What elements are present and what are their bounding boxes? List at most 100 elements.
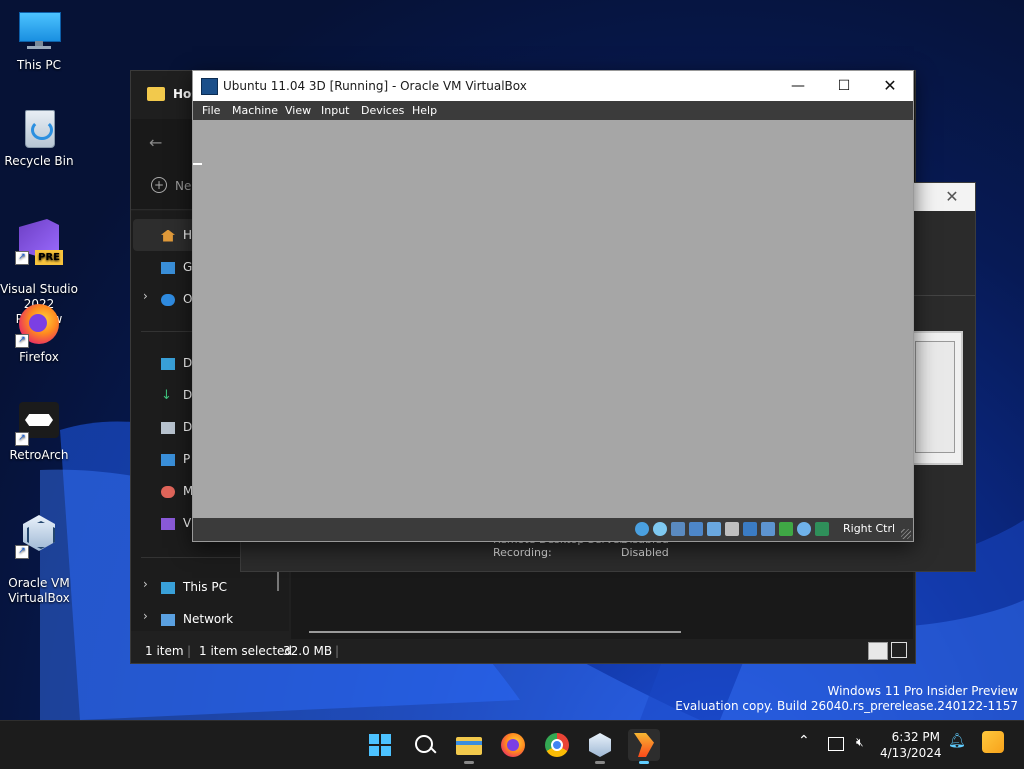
resize-grip[interactable] xyxy=(901,529,911,539)
sidebar-item-downloads[interactable]: ↓ D xyxy=(161,385,192,405)
home-icon xyxy=(161,229,175,242)
search-icon[interactable] xyxy=(409,729,441,761)
network-adapter-icon[interactable] xyxy=(689,522,703,536)
desktop-icon-label: RetroArch xyxy=(9,448,69,462)
sidebar-item-documents[interactable]: D xyxy=(161,417,192,437)
large-icons-view-icon[interactable] xyxy=(891,642,907,658)
chevron-right-icon[interactable]: › xyxy=(143,577,148,591)
firefox-icon[interactable] xyxy=(497,729,529,761)
virtualbox-logo-icon xyxy=(201,78,218,95)
cpu-icon[interactable] xyxy=(779,522,793,536)
horizontal-scrollbar[interactable] xyxy=(309,631,681,633)
menu-input[interactable]: Input xyxy=(321,103,349,118)
desktop-icon-label: Firefox xyxy=(19,350,59,364)
new-button[interactable]: Ne xyxy=(175,179,191,193)
active-indicator xyxy=(639,761,649,764)
chevron-up-icon[interactable]: ⌃ xyxy=(798,733,810,749)
chevron-right-icon[interactable]: › xyxy=(143,289,148,303)
recycle-bin-icon xyxy=(17,106,61,150)
display-tray-icon[interactable] xyxy=(828,737,844,751)
menu-help[interactable]: Help xyxy=(412,103,437,118)
sidebar-item-desktop[interactable]: D xyxy=(161,353,192,373)
virtualbox-icon[interactable] xyxy=(584,729,616,764)
cloud-icon xyxy=(161,293,175,306)
video-icon xyxy=(161,517,175,530)
status-separator: | xyxy=(335,644,340,658)
usb-icon[interactable] xyxy=(707,522,721,536)
network-icon xyxy=(161,613,175,626)
selection-count: 1 item selected xyxy=(199,644,293,658)
monitor-icon xyxy=(17,10,61,54)
file-explorer-icon[interactable] xyxy=(453,729,485,764)
shortcut-arrow-icon: ↗ xyxy=(15,545,29,559)
sidebar-item-music[interactable]: M xyxy=(161,481,193,501)
desktop-icon-recycle-bin[interactable]: Recycle Bin xyxy=(0,106,78,169)
visual-studio-icon: PRE ↗ xyxy=(15,219,63,265)
virtualbox-vm-icon[interactable] xyxy=(628,729,660,764)
recording-icon[interactable] xyxy=(761,522,775,536)
sidebar-item-network[interactable]: Network xyxy=(161,609,233,629)
chrome-icon[interactable] xyxy=(541,729,573,761)
minimize-button[interactable]: — xyxy=(775,71,821,101)
volume-icon[interactable]: 🔇︎ xyxy=(856,735,864,750)
menu-view[interactable]: View xyxy=(285,103,311,118)
running-indicator xyxy=(464,761,474,764)
close-button[interactable]: ✕ xyxy=(867,71,913,101)
desktop-icon-firefox[interactable]: ↗ Firefox xyxy=(0,302,78,365)
sidebar-item-onedrive[interactable]: O xyxy=(161,289,192,309)
chevron-right-icon[interactable]: › xyxy=(143,609,148,623)
maximize-button[interactable]: ☐ xyxy=(821,71,867,101)
mouse-integration-icon[interactable] xyxy=(797,522,811,536)
details-view-icon[interactable] xyxy=(868,642,888,660)
system-clock[interactable]: 6:32 PM 4/13/2024 xyxy=(880,729,942,761)
shared-folders-icon[interactable] xyxy=(725,522,739,536)
vm-menubar: File Machine View Input Devices Help xyxy=(193,101,913,120)
menu-devices[interactable]: Devices xyxy=(361,103,404,118)
back-arrow-icon[interactable]: ← xyxy=(149,133,162,152)
item-count: 1 item xyxy=(145,644,184,658)
sidebar-item-home[interactable]: H xyxy=(161,225,192,245)
guest-cursor xyxy=(193,163,202,165)
menu-machine[interactable]: Machine xyxy=(232,103,278,118)
close-icon[interactable]: ✕ xyxy=(937,185,967,209)
start-icon[interactable] xyxy=(364,729,396,761)
audio-icon[interactable] xyxy=(671,522,685,536)
sidebar-item-videos[interactable]: V xyxy=(161,513,191,533)
desktop-icon-retroarch[interactable]: ↗ RetroArch xyxy=(0,400,78,463)
virtualbox-icon: ↗ xyxy=(15,513,61,559)
firefox-icon: ↗ xyxy=(15,302,61,348)
shortcut-arrow-icon: ↗ xyxy=(15,251,29,265)
watermark-line: Windows 11 Pro Insider Preview xyxy=(827,684,1018,698)
taskbar: ⌃ 🔇︎ 6:32 PM 4/13/2024 🔔︎ xyxy=(0,720,1024,769)
gallery-icon xyxy=(161,261,175,274)
sidebar-item-gallery[interactable]: G xyxy=(161,257,192,277)
hard-disk-icon[interactable] xyxy=(635,522,649,536)
selection-size: 32.0 MB xyxy=(283,644,333,658)
desktop-icon-label: This PC xyxy=(17,58,61,72)
sidebar-item-pictures[interactable]: P xyxy=(161,449,190,469)
optical-drive-icon[interactable] xyxy=(653,522,667,536)
vm-preview-thumbnail xyxy=(911,331,963,465)
vm-titlebar[interactable]: Ubuntu 11.04 3D [Running] - Oracle VM Vi… xyxy=(193,71,913,101)
menu-file[interactable]: File xyxy=(202,103,220,118)
notification-bell-icon[interactable]: 🔔︎ xyxy=(948,733,966,749)
desktop-icon-label: Recycle Bin xyxy=(4,154,74,168)
keyboard-capture-icon[interactable] xyxy=(815,522,829,536)
desktop-icon-this-pc[interactable]: This PC xyxy=(0,10,78,73)
vm-display[interactable] xyxy=(193,120,913,518)
clock-date: 4/13/2024 xyxy=(880,746,942,760)
preview-screen xyxy=(915,341,955,453)
display-icon[interactable] xyxy=(743,522,757,536)
desktop-icon-virtualbox[interactable]: ↗ Oracle VM VirtualBox xyxy=(0,498,78,606)
insider-pre-badge-icon[interactable] xyxy=(982,731,1004,753)
vm-statusbar: Right Ctrl xyxy=(193,518,913,541)
explorer-statusbar: 1 item | 1 item selected 32.0 MB | xyxy=(131,639,915,663)
folder-icon xyxy=(147,87,165,101)
shortcut-arrow-icon: ↗ xyxy=(15,432,29,446)
detail-label: Recording: xyxy=(493,546,552,559)
virtualbox-vm-window[interactable]: Ubuntu 11.04 3D [Running] - Oracle VM Vi… xyxy=(192,70,914,542)
status-separator: | xyxy=(187,644,192,658)
host-key-label: Right Ctrl xyxy=(843,522,896,535)
pre-badge: PRE xyxy=(35,250,63,265)
sidebar-item-this-pc[interactable]: This PC xyxy=(161,577,227,597)
